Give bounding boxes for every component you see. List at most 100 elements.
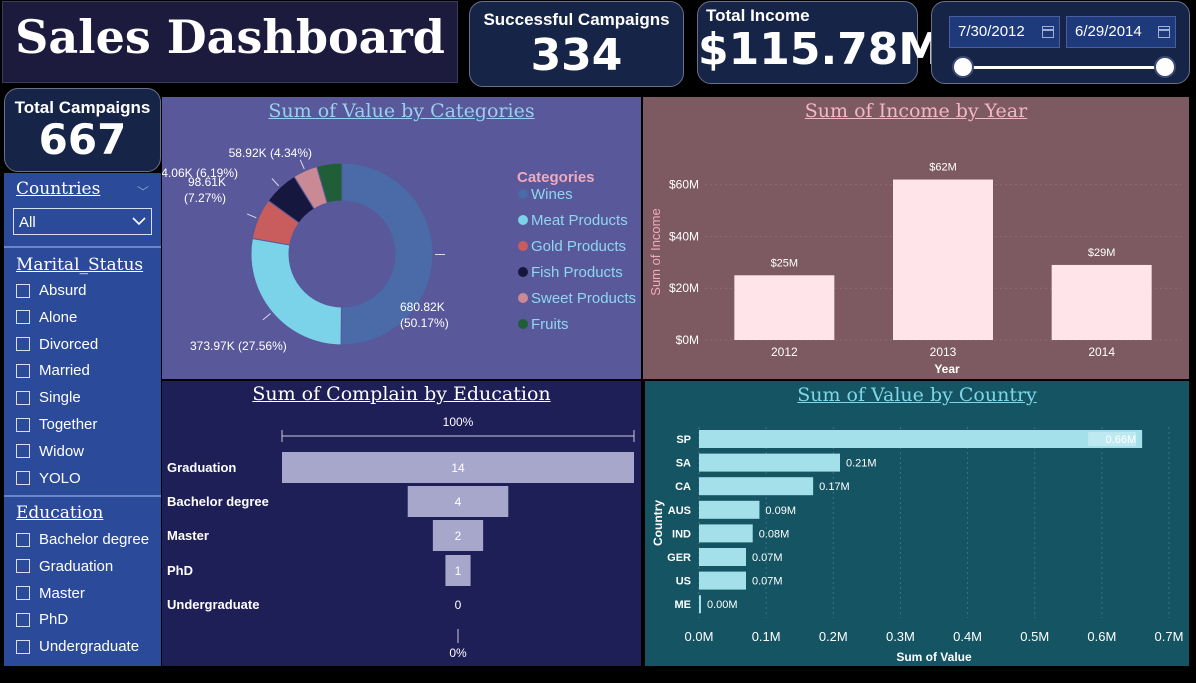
end-date-input[interactable]: 6/29/2014 [1066, 16, 1176, 48]
value-by-country-panel: Sum of Value by Country 0.0M 0.1M 0.2M 0.3M… [645, 381, 1189, 666]
funnel-data-label: 14 [451, 461, 465, 475]
checkbox[interactable] [16, 417, 30, 432]
countries-filter-title: Countries [16, 179, 101, 199]
donut-leader-line [246, 213, 257, 219]
donut-leader-line [262, 313, 271, 321]
checkbox[interactable] [16, 444, 30, 459]
country-bar [699, 571, 746, 590]
filter-option[interactable]: Graduation [16, 558, 113, 575]
filter-option-label: Divorced [39, 335, 99, 353]
kpi-successful-value: 334 [530, 30, 623, 81]
income-bar [1051, 264, 1152, 340]
filter-option[interactable]: Married [16, 362, 90, 379]
checkbox[interactable] [16, 532, 30, 547]
date-slider-track[interactable] [962, 66, 1166, 69]
x-tick-label: 0.1M [752, 629, 781, 644]
x-tick-label: 2013 [930, 345, 957, 359]
value-by-country-chart: 0.0M 0.1M 0.2M 0.3M 0.4M 0.5M 0.6M 0.7M SP 0.66M S… [651, 427, 1184, 664]
bar-data-label: $62M [929, 162, 957, 174]
filter-option[interactable]: Widow [16, 443, 84, 460]
income-by-year-panel: Sum of Income by Year $0M $20M $40M $60M $25… [643, 97, 1189, 379]
legend-title: Categories [517, 169, 595, 186]
checkbox[interactable] [16, 283, 30, 298]
donut-data-label: 58.92K (4.34%) [229, 146, 312, 160]
kpi-successful-campaigns: Successful Campaigns 334 [469, 1, 684, 87]
funnel-top-label: 100% [443, 415, 474, 429]
kpi-total-value: 667 [38, 115, 127, 164]
bar-data-label: 0.07M [752, 576, 783, 588]
checkbox[interactable] [16, 390, 30, 405]
y-tick-label: $20M [669, 281, 699, 295]
page-title: Sales Dashboard [15, 10, 445, 64]
chevron-down-icon[interactable]: ﹀ [137, 183, 149, 200]
countries-dropdown[interactable]: All [13, 208, 152, 235]
y-tick-label: GER [667, 552, 691, 564]
donut-data-label: 680.82K [400, 300, 445, 314]
countries-dropdown-value: All [19, 214, 36, 231]
bar-data-label: 0.00M [707, 599, 738, 611]
legend-item: Wines [531, 186, 573, 203]
kpi-income-label: Total Income [706, 6, 810, 25]
x-tick-label: 0.4M [953, 629, 982, 644]
checkbox[interactable] [16, 586, 30, 601]
legend-marker [518, 241, 528, 251]
x-tick-label: 0.6M [1087, 629, 1116, 644]
donut-data-label: 84.06K (6.19%) [162, 166, 238, 180]
donut-data-label: (50.17%) [400, 316, 449, 330]
checkbox[interactable] [16, 363, 30, 378]
filter-option[interactable]: YOLO [16, 470, 81, 487]
filter-option-label: Alone [39, 308, 78, 326]
country-bar [699, 500, 760, 519]
checkbox[interactable] [16, 559, 30, 574]
checkbox[interactable] [16, 612, 30, 627]
filter-option[interactable]: Together [16, 416, 97, 433]
donut-leader-line [299, 159, 305, 170]
bar-data-label: $25M [771, 257, 799, 269]
filter-option[interactable]: Undergraduate [16, 638, 139, 655]
y-tick-label: $40M [669, 229, 699, 243]
bar-data-label: $29M [1088, 247, 1116, 259]
income-by-year-chart: $0M $20M $40M $60M $25M 2012 $62M 2013 $29M 2014 Y… [648, 162, 1181, 376]
date-slider-end-handle[interactable] [1154, 56, 1176, 78]
legend-item: Sweet Products [531, 290, 636, 307]
bar-data-label: 0.08M [759, 528, 790, 540]
legend-item: Fish Products [531, 264, 623, 281]
chevron-down-icon [132, 217, 146, 226]
filter-option[interactable]: Alone [16, 309, 77, 326]
legend-marker [518, 293, 528, 303]
filter-option[interactable]: Absurd [16, 282, 87, 299]
income-bar [893, 179, 993, 340]
start-date-value: 7/30/2012 [958, 23, 1025, 40]
start-date-input[interactable]: 7/30/2012 [949, 16, 1060, 48]
donut-slice [250, 237, 342, 346]
filter-option[interactable]: Divorced [16, 336, 98, 353]
y-axis-title: Country [651, 500, 665, 546]
end-date-value: 6/29/2014 [1075, 23, 1142, 40]
funnel-category-label: Undergraduate [167, 597, 259, 612]
y-tick-label: SA [676, 458, 691, 470]
funnel-data-label: 4 [455, 495, 462, 509]
x-tick-label: 0.7M [1155, 629, 1184, 644]
checkbox[interactable] [16, 337, 30, 352]
checkbox[interactable] [16, 471, 30, 486]
divider [4, 495, 161, 497]
calendar-icon[interactable] [1158, 26, 1170, 38]
legend-item: Fruits [531, 316, 569, 333]
filter-option[interactable]: Single [16, 389, 81, 406]
filter-option[interactable]: Bachelor degree [16, 531, 149, 548]
x-axis-title: Year [934, 362, 960, 376]
filter-option[interactable]: PhD [16, 611, 68, 628]
legend-item: Gold Products [531, 238, 626, 255]
bar-data-label: 0.07M [752, 552, 783, 564]
calendar-icon[interactable] [1042, 26, 1054, 38]
checkbox[interactable] [16, 310, 30, 325]
bar-data-label: 0.66M [1106, 434, 1137, 446]
y-tick-label: SP [676, 434, 691, 446]
filter-option[interactable]: Master [16, 585, 85, 602]
country-bar [699, 548, 746, 566]
funnel-category-label: Graduation [167, 460, 236, 475]
legend-marker [518, 215, 528, 225]
date-slider-start-handle[interactable] [952, 56, 974, 78]
checkbox[interactable] [16, 639, 30, 654]
marital-status-filter-title: Marital_Status [16, 255, 144, 275]
